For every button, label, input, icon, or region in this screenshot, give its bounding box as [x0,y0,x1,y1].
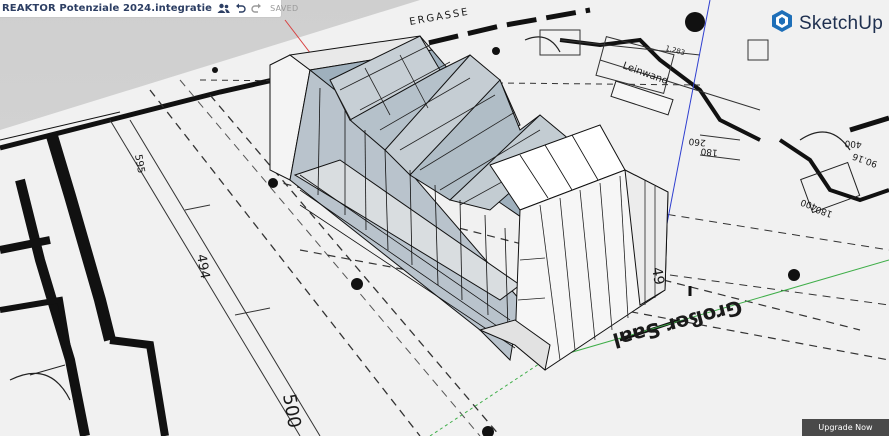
sketchup-brand: SketchUp [770,9,883,38]
dimension-260: 260 [688,135,706,146]
document-title-bar: REAKTOR Potenziale 2024.integratie SAVED [0,0,298,18]
3d-viewport[interactable]: ERGASSE Leinwand 1.283 595 494 500 180 2… [0,0,889,436]
room-prefix-label: 49 [648,266,667,286]
redo-icon[interactable] [251,2,262,16]
save-status: SAVED [270,4,299,13]
brand-name: SketchUp [799,12,883,34]
undo-icon[interactable] [235,2,246,16]
document-title[interactable]: REAKTOR Potenziale 2024.integratie [2,3,212,14]
upgrade-now-button[interactable]: Upgrade Now [802,419,889,436]
share-users-icon[interactable] [217,2,230,16]
dimension-400-a: 400 [844,137,862,148]
sketchup-logo-icon [770,9,794,38]
